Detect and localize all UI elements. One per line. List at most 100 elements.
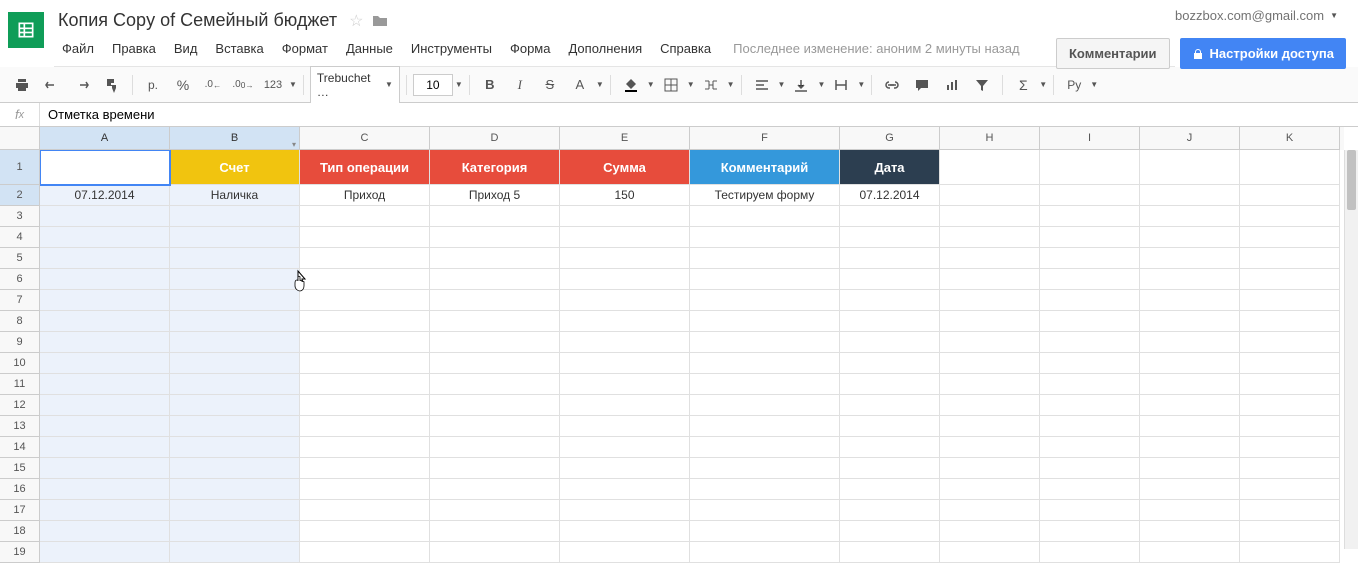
- scrollbar-thumb[interactable]: [1347, 150, 1356, 210]
- cell-K10[interactable]: [1240, 353, 1340, 374]
- cell-J18[interactable]: [1140, 521, 1240, 542]
- cell-I13[interactable]: [1040, 416, 1140, 437]
- cell-A7[interactable]: [40, 290, 170, 311]
- cell-D4[interactable]: [430, 227, 560, 248]
- cell-K12[interactable]: [1240, 395, 1340, 416]
- font-size-select[interactable]: ▼: [413, 74, 463, 96]
- cell-F18[interactable]: [690, 521, 840, 542]
- comments-button[interactable]: Комментарии: [1056, 38, 1170, 69]
- cell-J3[interactable]: [1140, 206, 1240, 227]
- menu-help[interactable]: Справка: [652, 37, 719, 60]
- cell-G5[interactable]: [840, 248, 940, 269]
- cell-D13[interactable]: [430, 416, 560, 437]
- cell-I17[interactable]: [1040, 500, 1140, 521]
- cell-J2[interactable]: [1140, 185, 1240, 206]
- cell-K3[interactable]: [1240, 206, 1340, 227]
- cell-I2[interactable]: [1040, 185, 1140, 206]
- menu-edit[interactable]: Правка: [104, 37, 164, 60]
- cell-D2[interactable]: Приход 5: [430, 185, 560, 206]
- cell-K2[interactable]: [1240, 185, 1340, 206]
- cell-I14[interactable]: [1040, 437, 1140, 458]
- cell-J12[interactable]: [1140, 395, 1240, 416]
- insert-chart-icon[interactable]: [938, 71, 966, 99]
- cell-J11[interactable]: [1140, 374, 1240, 395]
- cell-H10[interactable]: [940, 353, 1040, 374]
- row-header-12[interactable]: 12: [0, 395, 40, 416]
- cell-H18[interactable]: [940, 521, 1040, 542]
- cell-B3[interactable]: [170, 206, 300, 227]
- row-header-14[interactable]: 14: [0, 437, 40, 458]
- cell-D5[interactable]: [430, 248, 560, 269]
- cell-H8[interactable]: [940, 311, 1040, 332]
- cell-B4[interactable]: [170, 227, 300, 248]
- cell-B12[interactable]: [170, 395, 300, 416]
- font-size-input[interactable]: [413, 74, 453, 96]
- row-header-16[interactable]: 16: [0, 479, 40, 500]
- doc-title[interactable]: Копия Copy of Семейный бюджет: [54, 8, 341, 33]
- row-header-1[interactable]: 1: [0, 150, 40, 185]
- font-family-select[interactable]: Trebuchet …▼: [310, 66, 400, 104]
- cell-D1[interactable]: Категория: [430, 150, 560, 185]
- cell-C13[interactable]: [300, 416, 430, 437]
- cell-I4[interactable]: [1040, 227, 1140, 248]
- text-color[interactable]: A▼: [566, 71, 604, 99]
- cell-D8[interactable]: [430, 311, 560, 332]
- cell-C15[interactable]: [300, 458, 430, 479]
- cell-C9[interactable]: [300, 332, 430, 353]
- row-header-3[interactable]: 3: [0, 206, 40, 227]
- cell-E4[interactable]: [560, 227, 690, 248]
- cell-A14[interactable]: [40, 437, 170, 458]
- cell-G14[interactable]: [840, 437, 940, 458]
- cell-D15[interactable]: [430, 458, 560, 479]
- cell-H13[interactable]: [940, 416, 1040, 437]
- menu-addons[interactable]: Дополнения: [560, 37, 650, 60]
- row-header-5[interactable]: 5: [0, 248, 40, 269]
- cell-F14[interactable]: [690, 437, 840, 458]
- menu-file[interactable]: Файл: [54, 37, 102, 60]
- cell-H14[interactable]: [940, 437, 1040, 458]
- column-header-B[interactable]: B▾: [170, 127, 300, 150]
- account-email[interactable]: bozzbox.com@gmail.com▼: [1175, 8, 1338, 23]
- cell-K4[interactable]: [1240, 227, 1340, 248]
- row-header-19[interactable]: 19: [0, 542, 40, 563]
- cell-A12[interactable]: [40, 395, 170, 416]
- cell-B8[interactable]: [170, 311, 300, 332]
- cell-F6[interactable]: [690, 269, 840, 290]
- cell-H4[interactable]: [940, 227, 1040, 248]
- cell-B9[interactable]: [170, 332, 300, 353]
- cell-B18[interactable]: [170, 521, 300, 542]
- cell-I12[interactable]: [1040, 395, 1140, 416]
- cell-J6[interactable]: [1140, 269, 1240, 290]
- cell-D7[interactable]: [430, 290, 560, 311]
- row-header-15[interactable]: 15: [0, 458, 40, 479]
- cell-A15[interactable]: [40, 458, 170, 479]
- cell-I3[interactable]: [1040, 206, 1140, 227]
- horizontal-align[interactable]: ▼: [748, 71, 786, 99]
- cell-E3[interactable]: [560, 206, 690, 227]
- cell-G12[interactable]: [840, 395, 940, 416]
- cell-E13[interactable]: [560, 416, 690, 437]
- column-header-J[interactable]: J: [1140, 127, 1240, 150]
- cell-B19[interactable]: [170, 542, 300, 563]
- cell-F3[interactable]: [690, 206, 840, 227]
- cell-H5[interactable]: [940, 248, 1040, 269]
- cell-F5[interactable]: [690, 248, 840, 269]
- cell-A5[interactable]: [40, 248, 170, 269]
- cell-F19[interactable]: [690, 542, 840, 563]
- borders[interactable]: ▼: [657, 71, 695, 99]
- cell-C14[interactable]: [300, 437, 430, 458]
- row-header-13[interactable]: 13: [0, 416, 40, 437]
- cell-B17[interactable]: [170, 500, 300, 521]
- cell-K6[interactable]: [1240, 269, 1340, 290]
- cell-C1[interactable]: Тип операции: [300, 150, 430, 185]
- cell-D16[interactable]: [430, 479, 560, 500]
- input-language[interactable]: Ру▼: [1060, 71, 1098, 99]
- cell-G18[interactable]: [840, 521, 940, 542]
- column-header-F[interactable]: F: [690, 127, 840, 150]
- cell-D6[interactable]: [430, 269, 560, 290]
- cell-F10[interactable]: [690, 353, 840, 374]
- functions[interactable]: Σ▼: [1009, 71, 1047, 99]
- cell-E11[interactable]: [560, 374, 690, 395]
- cell-C12[interactable]: [300, 395, 430, 416]
- cell-B2[interactable]: Наличка: [170, 185, 300, 206]
